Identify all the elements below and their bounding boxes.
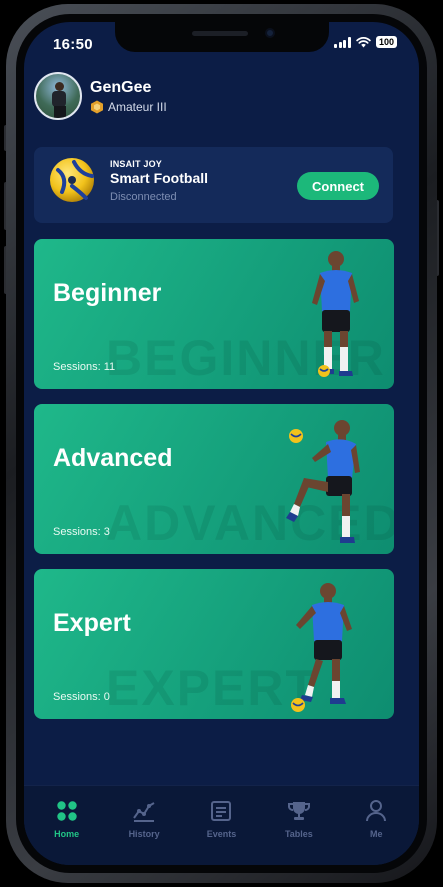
cellular-signal-icon (334, 36, 351, 48)
level-card-advanced[interactable]: ADVANCED Advanced Sessions: 3 (34, 404, 394, 554)
profile-header[interactable]: GenGee Amateur III (34, 72, 167, 120)
person-icon (366, 800, 387, 822)
tab-label: History (128, 829, 160, 839)
notch (114, 22, 329, 52)
phone-bezel: 16:50 100 GenGee Amateur III INSAIT JOY … (16, 14, 427, 873)
status-time: 16:50 (53, 36, 93, 53)
level-card-expert[interactable]: EXPERT Expert Sessions: 0 (34, 569, 394, 719)
player-standing-image (312, 251, 359, 377)
player-juggling-image (286, 420, 360, 543)
sessions-count: Sessions: 3 (53, 526, 110, 538)
status-icons: 100 (334, 36, 397, 48)
tab-label: Tables (284, 829, 313, 839)
speaker-grille (191, 31, 248, 36)
level-title: Expert (53, 609, 131, 637)
tab-bar: Home History Events Tables Me (24, 785, 419, 865)
battery-indicator: 100 (375, 36, 397, 48)
tab-label: Home (54, 829, 80, 839)
level-title: Advanced (53, 444, 173, 472)
tab-events[interactable]: Events (186, 786, 256, 865)
smart-football-icon (50, 158, 94, 202)
device-name: Smart Football (110, 170, 209, 186)
events-list-icon (211, 801, 232, 821)
level-title: Beginner (53, 279, 162, 307)
tab-home[interactable]: Home (32, 786, 102, 865)
wifi-icon (356, 36, 371, 48)
app-screen: 16:50 100 GenGee Amateur III INSAIT JOY … (24, 22, 419, 865)
phone-frame: 16:50 100 GenGee Amateur III INSAIT JOY … (6, 4, 437, 883)
device-brand: INSAIT JOY (110, 159, 163, 169)
profile-info: GenGee Amateur III (90, 79, 167, 114)
rank-hexagon-icon (91, 100, 103, 113)
tab-label: Me (369, 829, 383, 839)
front-camera (264, 28, 275, 38)
tab-label: Events (206, 829, 237, 839)
rank-badge: Amateur III (90, 100, 167, 114)
player-dribbling-image (291, 583, 352, 712)
sessions-count: Sessions: 11 (53, 361, 116, 373)
history-chart-icon (133, 802, 155, 822)
tab-tables[interactable]: Tables (264, 786, 334, 865)
rank-label: Amateur III (108, 99, 167, 114)
device-status: Disconnected (110, 191, 177, 203)
device-card: INSAIT JOY Smart Football Disconnected C… (34, 147, 393, 223)
level-card-beginner[interactable]: BEGINNER Beginner Sessions: 11 (34, 239, 394, 389)
trophy-icon (287, 802, 310, 820)
home-grid-icon (56, 801, 77, 821)
avatar[interactable] (34, 72, 82, 120)
tab-me[interactable]: Me (341, 786, 411, 865)
user-name: GenGee (90, 78, 152, 96)
connect-button[interactable]: Connect (297, 172, 379, 200)
device-info: INSAIT JOY Smart Football Disconnected (110, 159, 208, 203)
sessions-count: Sessions: 0 (53, 691, 110, 703)
tab-history[interactable]: History (109, 786, 179, 865)
